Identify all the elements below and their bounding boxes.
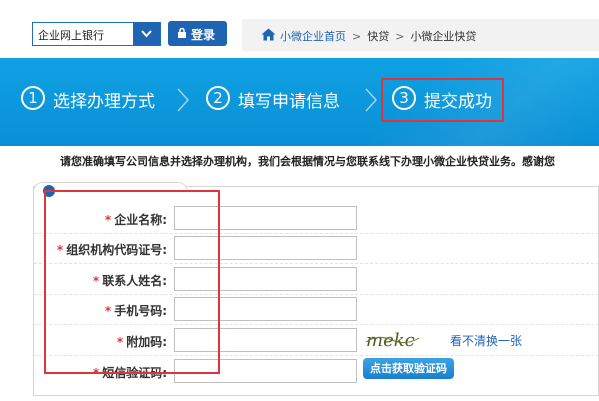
refresh-captcha-link[interactable]: 看不清换一张 (450, 332, 522, 349)
step-1: 1 选择办理方式 (21, 86, 171, 112)
home-icon[interactable] (261, 28, 276, 44)
lock-icon (177, 27, 187, 42)
captcha-text: mekc (366, 330, 415, 351)
breadcrumb-separator: > (395, 30, 405, 43)
steps-banner: 1 选择办理方式 2 填写申请信息 3 提交成功 (0, 58, 599, 146)
login-label: 登录 (191, 28, 216, 42)
step-3-highlight (381, 78, 504, 122)
get-sms-code-button[interactable]: 点击获取验证码 (363, 358, 454, 379)
captcha-image: mekc (364, 328, 421, 352)
breadcrumb: 小微企业首页 > 快贷 > 小微企业快贷 (242, 19, 599, 51)
chevron-right-icon (364, 88, 378, 115)
notice-text: 请您准确填写公司信息并选择办理机构，我们会根据情况与您联系线下办理小微企业快贷业… (60, 155, 555, 168)
breadcrumb-separator: > (352, 30, 362, 43)
labels-highlight (44, 190, 220, 374)
step-label: 选择办理方式 (53, 92, 155, 112)
breadcrumb-item[interactable]: 快贷 (367, 30, 389, 43)
chevron-down-icon[interactable] (133, 23, 160, 45)
chevron-right-icon (176, 88, 190, 115)
step-2: 2 填写申请信息 (206, 86, 356, 112)
login-button[interactable]: 登录 (168, 21, 227, 46)
bank-select-value: 企业网上银行 (38, 29, 104, 42)
breadcrumb-home-link[interactable]: 小微企业首页 (280, 30, 346, 43)
breadcrumb-current: 小微企业快贷 (410, 30, 477, 43)
step-label: 填写申请信息 (238, 92, 340, 112)
step-number: 2 (206, 86, 230, 110)
step-number: 1 (21, 86, 45, 110)
top-bar: 企业网上银行 登录 小微企业首页 > 快贷 > 小微企业快贷 (0, 0, 599, 58)
bank-select[interactable]: 企业网上银行 (32, 22, 161, 46)
